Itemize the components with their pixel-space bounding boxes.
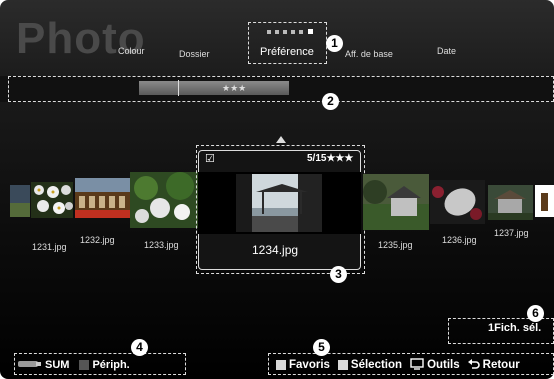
thumbnail-1232[interactable] [75,178,130,218]
callout-box-selected [196,145,365,274]
callout-3: 3 [330,266,347,283]
app-title: Photo [16,14,146,63]
callout-5: 5 [313,339,330,356]
thumbnail-label: 1236.jpg [442,235,477,245]
callout-2: 2 [322,93,339,110]
thumbnail-1235[interactable] [363,174,429,230]
tab-date[interactable]: Date [437,46,456,56]
callout-6: 6 [527,305,544,322]
thumbnail-1237[interactable] [488,185,533,220]
callout-4: 4 [131,339,148,356]
callout-box-guide-bar [268,353,554,375]
thumbnail-label: 1233.jpg [144,240,179,250]
scroll-up-arrow-icon[interactable] [276,136,286,143]
thumbnail-label: 1231.jpg [32,242,67,252]
tab-colour[interactable]: Colour [118,46,145,56]
photo-browser-screen: Photo Colour Dossier Préférence Aff. de … [0,0,554,379]
thumbnail-label: 1235.jpg [378,240,413,250]
callout-box-device-bar [14,353,186,375]
callout-1: 1 [326,35,343,52]
callout-box-rating-bar [8,76,554,102]
thumbnail-1236[interactable] [430,180,485,224]
callout-box-selected-count [448,318,554,344]
tab-aff-de-base[interactable]: Aff. de base [345,49,393,59]
thumbnail-1231[interactable] [31,182,73,218]
callout-box-tabs [248,22,327,64]
tab-dossier[interactable]: Dossier [179,49,210,59]
thumbnail-1233[interactable] [130,172,198,228]
thumbnail-partial-right[interactable] [535,185,554,217]
thumbnail-label: 1237.jpg [494,228,529,238]
thumbnail-label: 1232.jpg [80,235,115,245]
thumbnail-partial-left[interactable] [10,185,30,217]
